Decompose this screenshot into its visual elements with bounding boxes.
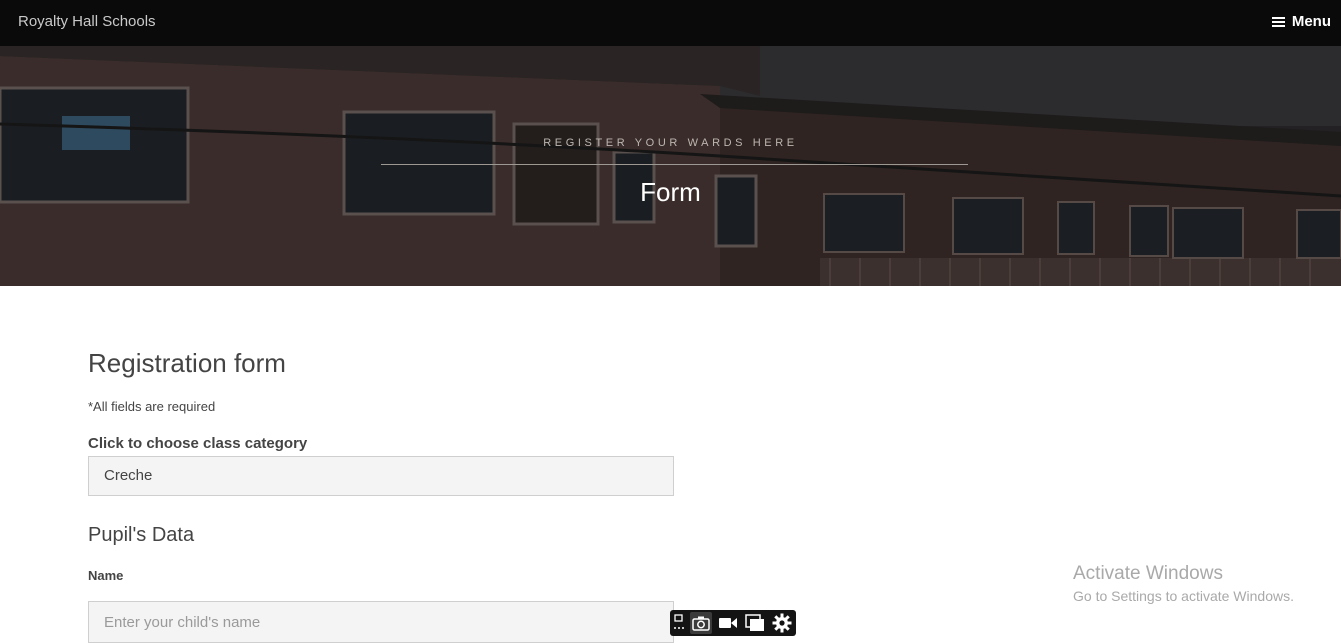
top-navbar: Royalty Hall Schools Menu [0, 0, 1341, 46]
child-name-input[interactable] [88, 601, 674, 643]
watermark-subtitle: Go to Settings to activate Windows. [1073, 588, 1294, 604]
hero-banner: REGISTER YOUR WARDS HERE Form [0, 46, 1341, 286]
camera-icon[interactable] [690, 612, 712, 634]
selection-icon[interactable] [673, 612, 685, 634]
capture-toolbar [670, 610, 796, 636]
watermark-title: Activate Windows [1073, 563, 1223, 584]
pupil-data-heading: Pupil's Data [88, 524, 195, 546]
window-icon[interactable] [744, 612, 766, 634]
gear-icon[interactable] [771, 612, 793, 634]
activate-windows-watermark: Activate Windows Go to Settings to activ… [1073, 563, 1294, 604]
class-category-value: Creche [104, 467, 153, 484]
site-brand[interactable]: Royalty Hall Schools [18, 13, 156, 30]
hamburger-icon [1271, 16, 1285, 27]
required-fields-note: *All fields are required [88, 399, 216, 414]
class-category-select[interactable]: Creche [88, 456, 674, 496]
video-icon[interactable] [717, 612, 739, 634]
name-label: Name [88, 568, 124, 583]
hero-divider [381, 164, 968, 165]
school-building-image [0, 46, 1341, 286]
form-title: Registration form [88, 348, 286, 378]
hero-subtitle: REGISTER YOUR WARDS HERE [543, 137, 798, 149]
class-category-label: Click to choose class category [88, 435, 308, 452]
menu-label: Menu [1291, 13, 1331, 30]
hero-title: Form [640, 177, 701, 207]
menu-button[interactable]: Menu [1271, 13, 1331, 30]
